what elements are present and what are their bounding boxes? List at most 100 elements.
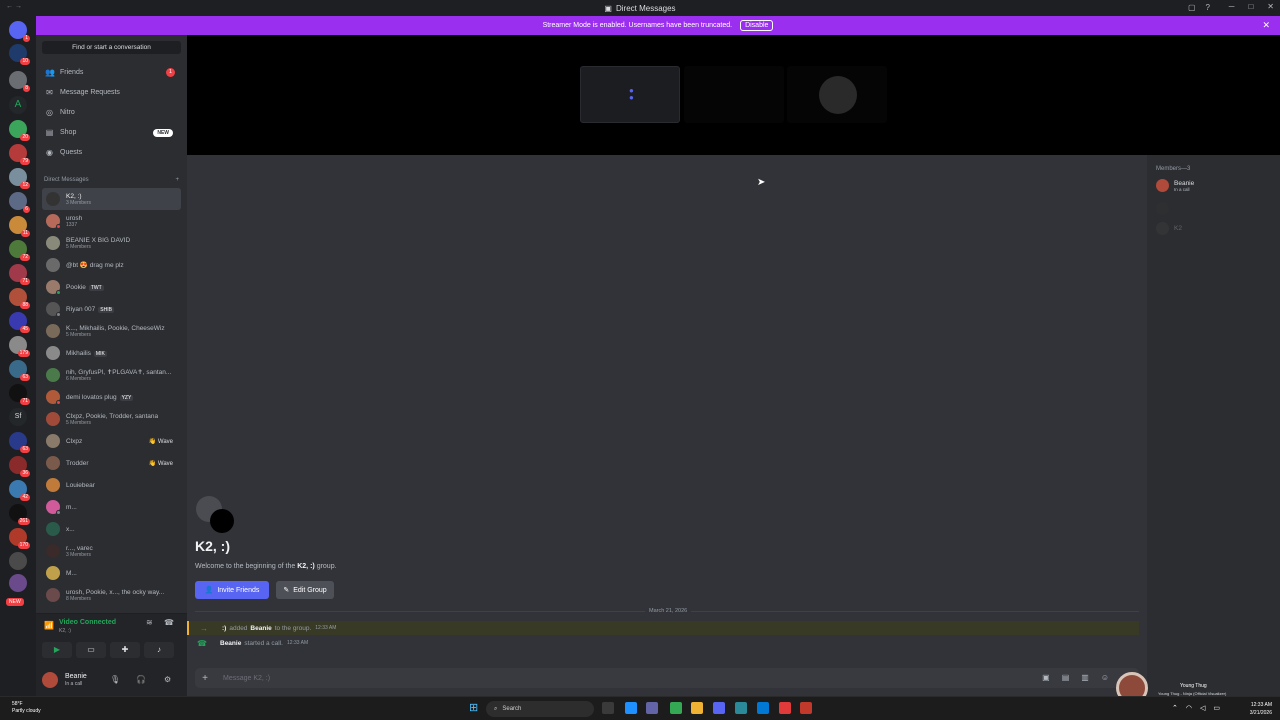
video-tile[interactable]	[787, 66, 887, 123]
video-tile[interactable]: ● ●	[580, 66, 680, 123]
dm-item[interactable]: Trodder 👋 Wave	[42, 452, 181, 474]
dm-item[interactable]: K2, :) 3 Members	[42, 188, 181, 210]
minimize-button[interactable]: ─	[1229, 2, 1235, 11]
app-icon[interactable]	[800, 702, 812, 714]
avatar[interactable]	[42, 672, 58, 688]
dm-item[interactable]: Clxpz 👋 Wave	[42, 430, 181, 452]
server-icon[interactable]: A	[9, 96, 27, 114]
dm-item[interactable]: urosh, Pookie, x..., the ocky way... 8 Me…	[42, 584, 181, 606]
nav-shop[interactable]: ▤ Shop NEW	[42, 124, 181, 141]
emoji-icon[interactable]: ☺	[1101, 673, 1109, 682]
server-icon[interactable]: 71	[9, 264, 30, 285]
dm-item[interactable]: r..., varec 3 Members	[42, 540, 181, 562]
dm-item[interactable]: Pookie TWT	[42, 276, 181, 298]
gif-icon[interactable]: ▤	[1062, 673, 1070, 682]
clock[interactable]: 12:33 AM 3/21/2026	[1250, 701, 1272, 717]
message-composer[interactable]: + Message K2, :) ▣ ▤ ▥ ☺	[195, 668, 1139, 688]
volume-icon[interactable]: ◁	[1200, 704, 1205, 712]
app-icon[interactable]	[779, 702, 791, 714]
dm-item[interactable]: M...	[42, 562, 181, 584]
headphones-icon[interactable]: 🎧	[136, 675, 146, 684]
create-dm-plus-icon[interactable]: +	[175, 177, 179, 183]
nav-nitro[interactable]: ◎ Nitro	[42, 104, 181, 121]
server-icon[interactable]: 72	[9, 240, 30, 261]
windows-start-icon[interactable]: ⊞	[469, 703, 480, 714]
attach-plus-icon[interactable]: +	[195, 673, 215, 684]
server-icon[interactable]: 88	[9, 288, 30, 309]
nav-message-requests[interactable]: ✉ Message Requests	[42, 84, 181, 101]
server-icon[interactable]: 11	[9, 216, 30, 237]
server-icon[interactable]: 71	[9, 384, 30, 405]
microphone-icon[interactable]: 🎙	[110, 675, 120, 684]
server-icon[interactable]: 170	[9, 528, 30, 549]
dm-item[interactable]: Clxpz, Pookie, Trodder, santana 5 Members	[42, 408, 181, 430]
chevron-up-icon[interactable]: ⌃	[1172, 704, 1178, 712]
wifi-icon[interactable]: ◠	[1186, 704, 1192, 712]
server-icon[interactable]: 10	[9, 44, 30, 65]
weather-widget[interactable]: 58°F Partly cloudy	[12, 701, 41, 715]
find-conversation-button[interactable]: Find or start a conversation	[42, 41, 181, 54]
server-icon[interactable]: 20	[9, 120, 30, 141]
back-forward-icon[interactable]: ← →	[6, 3, 22, 10]
close-window-button[interactable]: ✕	[1267, 2, 1274, 11]
chrome-icon[interactable]	[670, 702, 682, 714]
teams-icon[interactable]	[646, 702, 658, 714]
video-tile[interactable]	[684, 66, 784, 123]
help-icon[interactable]: ?	[1206, 3, 1210, 12]
taskbar-search[interactable]: ⌕ Search	[486, 701, 594, 717]
inbox-icon[interactable]: ▢	[1188, 3, 1196, 12]
voice-channel[interactable]: K2, :)	[59, 628, 71, 634]
sticker-icon[interactable]: ▥	[1081, 673, 1089, 682]
maximize-button[interactable]: □	[1248, 2, 1253, 11]
dm-item[interactable]: nih, GryfusPl, ✝PLGAVA✝, santan... 6 Memb…	[42, 364, 181, 386]
invite-friends-button[interactable]: 👤 Invite Friends	[195, 581, 269, 599]
member-item[interactable]: Beanie In a call	[1156, 179, 1194, 192]
server-icon[interactable]: Sf	[9, 408, 27, 426]
app-icon[interactable]	[735, 702, 747, 714]
soundboard-button[interactable]: ♪	[144, 642, 174, 658]
server-icon[interactable]: 79	[9, 144, 30, 165]
server-icon[interactable]	[9, 552, 27, 570]
dm-item[interactable]: BEANIE X BIG DAVID 5 Members	[42, 232, 181, 254]
nav-friends[interactable]: 👥 Friends 1	[42, 64, 181, 81]
dm-item[interactable]: @bt 😍 drag me plz	[42, 254, 181, 276]
server-icon[interactable]	[9, 574, 27, 592]
signal-icon[interactable]: 📶	[44, 621, 54, 630]
wave-button[interactable]: 👋 Wave	[149, 460, 173, 467]
server-icon[interactable]: 36	[9, 456, 30, 477]
server-icon[interactable]: 8	[9, 71, 30, 92]
noise-suppression-icon[interactable]: ≋	[146, 618, 153, 627]
wave-button[interactable]: 👋 Wave	[149, 438, 173, 445]
nav-quests[interactable]: ◉ Quests	[42, 144, 181, 161]
dm-item[interactable]: x...	[42, 518, 181, 540]
member-item[interactable]: K2	[1156, 222, 1182, 235]
disable-streamer-button[interactable]: Disable	[740, 20, 774, 31]
gift-icon[interactable]: ▣	[1042, 673, 1050, 682]
camera-button[interactable]: ▶	[42, 642, 72, 658]
task-view-icon[interactable]	[602, 702, 614, 714]
home-discord-icon[interactable]: 1	[9, 21, 30, 42]
app-icon[interactable]	[757, 702, 769, 714]
server-icon[interactable]: 45	[9, 312, 30, 333]
server-icon[interactable]: 42	[9, 480, 30, 501]
close-icon[interactable]: ✕	[1262, 20, 1270, 31]
gear-icon[interactable]: ⚙	[164, 675, 171, 684]
battery-icon[interactable]: ▭	[1213, 704, 1220, 712]
screen-share-button[interactable]: ▭	[76, 642, 106, 658]
dm-item[interactable]: urosh 1337	[42, 210, 181, 232]
disconnect-icon[interactable]: ☎	[164, 618, 174, 627]
server-icon[interactable]: 63	[9, 360, 30, 381]
server-icon[interactable]: 6	[9, 192, 30, 213]
dm-item[interactable]: m...	[42, 496, 181, 518]
edit-group-button[interactable]: ✎ Edit Group	[276, 581, 334, 599]
server-icon[interactable]: 179	[9, 336, 30, 357]
member-item[interactable]	[1156, 202, 1174, 215]
dm-item[interactable]: demi lovatos plug YZY	[42, 386, 181, 408]
dm-item[interactable]: Riyan 007 SHIB	[42, 298, 181, 320]
activities-button[interactable]: ✚	[110, 642, 140, 658]
server-icon[interactable]: 63	[9, 432, 30, 453]
file-explorer-icon[interactable]	[691, 702, 703, 714]
dm-item[interactable]: Mikhailis MIK	[42, 342, 181, 364]
server-icon[interactable]: 261	[9, 504, 30, 525]
server-icon[interactable]: 12	[9, 168, 30, 189]
